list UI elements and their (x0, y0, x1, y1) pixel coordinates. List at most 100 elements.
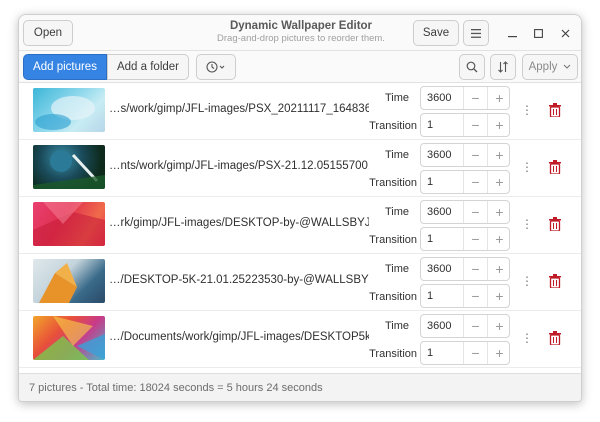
list-item[interactable]: …/DESKTOP-5K-21.01.25223530-by-@WALLSBYJ… (19, 254, 581, 311)
decrement-button[interactable]: − (463, 258, 487, 280)
minimize-button[interactable] (502, 23, 522, 43)
chevron-down-icon (564, 64, 571, 69)
decrement-button[interactable]: − (463, 114, 487, 136)
transition-value: 1 (427, 176, 434, 188)
transition-spinbutton[interactable]: 1 − + (420, 227, 510, 251)
transition-spinbutton[interactable]: 1 − + (420, 284, 510, 308)
list-item[interactable]: …rk/gimp/JFL-images/DESKTOP-by-@WALLSBYJ… (19, 197, 581, 254)
row-menu-icon[interactable]: ⋮ (521, 103, 533, 117)
decrement-button[interactable]: − (463, 228, 487, 250)
close-icon (561, 29, 569, 37)
increment-button[interactable]: + (487, 315, 511, 337)
increment-button[interactable]: + (487, 285, 511, 307)
transition-value: 1 (427, 290, 434, 302)
picture-thumbnail (33, 202, 105, 246)
time-spinbutton[interactable]: 3600 − + (420, 86, 510, 110)
transition-label: Transition (369, 120, 417, 132)
decrement-button[interactable]: − (463, 144, 487, 166)
delete-icon[interactable] (549, 103, 561, 117)
app-window: Open Dynamic Wallpaper Editor Drag-and-d… (18, 14, 582, 402)
transition-spinbutton[interactable]: 1 − + (420, 113, 510, 137)
apply-dropdown[interactable]: Apply (522, 54, 578, 80)
title-area: Dynamic Wallpaper Editor Drag-and-drop p… (169, 20, 433, 44)
status-bar: 7 pictures - Total time: 18024 seconds =… (19, 373, 581, 401)
delete-icon[interactable] (549, 274, 561, 288)
time-label: Time (384, 263, 409, 275)
transition-label: Transition (369, 234, 417, 246)
transition-value: 1 (427, 119, 434, 131)
time-mode-dropdown[interactable] (196, 54, 236, 80)
transition-value: 1 (427, 347, 434, 359)
delete-icon[interactable] (549, 217, 561, 231)
decrement-button[interactable]: − (463, 171, 487, 193)
decrement-button[interactable]: − (463, 201, 487, 223)
toolbar: Add pictures Add a folder Apply (19, 51, 581, 83)
row-menu-icon[interactable]: ⋮ (521, 274, 533, 288)
transition-label: Transition (369, 348, 417, 360)
header-bar: Open Dynamic Wallpaper Editor Drag-and-d… (19, 15, 581, 51)
time-spinbutton[interactable]: 3600 − + (420, 257, 510, 281)
time-spinbutton[interactable]: 3600 − + (420, 143, 510, 167)
increment-button[interactable]: + (487, 144, 511, 166)
picture-path: …nts/work/gimp/JFL-images/PSX-21.12.0515… (109, 160, 369, 172)
picture-thumbnail (33, 88, 105, 132)
main-menu-button[interactable] (463, 20, 489, 46)
list-item[interactable]: …nts/work/gimp/JFL-images/PSX-21.12.0515… (19, 140, 581, 197)
time-spinbutton[interactable]: 3600 − + (420, 200, 510, 224)
increment-button[interactable]: + (487, 87, 511, 109)
close-button[interactable] (555, 23, 575, 43)
increment-button[interactable]: + (487, 228, 511, 250)
decrement-button[interactable]: − (463, 315, 487, 337)
row-menu-icon[interactable]: ⋮ (521, 331, 533, 345)
decrement-button[interactable]: − (463, 87, 487, 109)
status-text: 7 pictures - Total time: 18024 seconds =… (29, 382, 323, 394)
time-value: 3600 (427, 263, 452, 275)
increment-button[interactable]: + (487, 171, 511, 193)
hamburger-menu-icon (471, 28, 481, 38)
sort-button[interactable] (490, 54, 516, 80)
row-menu-icon[interactable]: ⋮ (521, 217, 533, 231)
add-pictures-button[interactable]: Add pictures (23, 54, 107, 80)
time-value: 3600 (427, 92, 452, 104)
time-spinbutton[interactable]: 3600 − + (420, 314, 510, 338)
list-item[interactable]: …s/work/gimp/JFL-images/PSX_20211117_164… (19, 83, 581, 140)
increment-button[interactable]: + (487, 201, 511, 223)
row-menu-icon[interactable]: ⋮ (521, 160, 533, 174)
picture-list[interactable]: …s/work/gimp/JFL-images/PSX_20211117_164… (19, 83, 581, 373)
picture-path: …rk/gimp/JFL-images/DESKTOP-by-@WALLSBYJ… (109, 217, 369, 229)
time-label: Time (384, 206, 409, 218)
open-button[interactable]: Open (23, 20, 73, 46)
clock-icon (206, 61, 225, 73)
apply-label: Apply (528, 61, 558, 73)
sort-icon (498, 61, 508, 73)
search-icon (466, 61, 478, 73)
list-item[interactable]: …/Documents/work/gimp/JFL-images/DESKTOP… (19, 311, 581, 368)
increment-button[interactable]: + (487, 258, 511, 280)
picture-path: …s/work/gimp/JFL-images/PSX_20211117_164… (109, 103, 369, 115)
time-label: Time (384, 92, 409, 104)
window-title: Dynamic Wallpaper Editor (229, 20, 373, 32)
transition-spinbutton[interactable]: 1 − + (420, 170, 510, 194)
picture-path: …/DESKTOP-5K-21.01.25223530-by-@WALLSBYJ… (109, 274, 369, 286)
increment-button[interactable]: + (487, 114, 511, 136)
save-button[interactable]: Save (413, 20, 459, 46)
maximize-icon (533, 28, 543, 38)
decrement-button[interactable]: − (463, 342, 487, 364)
picture-thumbnail (33, 145, 105, 189)
transition-spinbutton[interactable]: 1 − + (420, 341, 510, 365)
window-subtitle: Drag-and-drop pictures to reorder them. (217, 33, 385, 44)
maximize-button[interactable] (528, 23, 548, 43)
picture-path: …/Documents/work/gimp/JFL-images/DESKTOP… (109, 331, 369, 343)
picture-thumbnail (33, 316, 105, 360)
search-button[interactable] (459, 54, 485, 80)
delete-icon[interactable] (549, 160, 561, 174)
picture-thumbnail (33, 259, 105, 303)
delete-icon[interactable] (549, 331, 561, 345)
add-folder-button[interactable]: Add a folder (107, 54, 189, 80)
time-label: Time (384, 320, 409, 332)
minimize-icon (507, 35, 517, 37)
increment-button[interactable]: + (487, 342, 511, 364)
time-label: Time (384, 149, 409, 161)
time-value: 3600 (427, 206, 452, 218)
decrement-button[interactable]: − (463, 285, 487, 307)
